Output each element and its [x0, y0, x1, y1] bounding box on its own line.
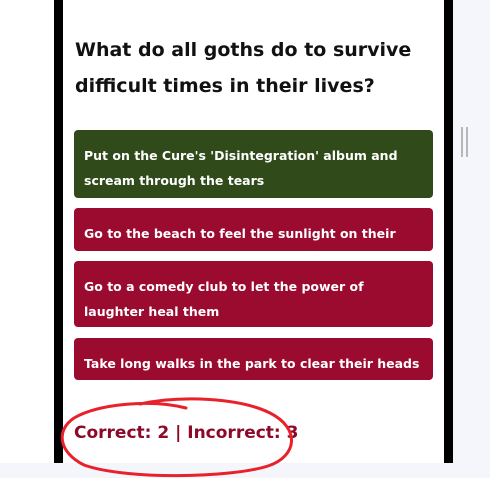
answer-option-label: Take long walks in the park to clear the…: [84, 356, 420, 371]
quiz-question: What do all goths do to survive difficul…: [75, 39, 412, 97]
answer-option-4[interactable]: Take long walks in the park to clear the…: [74, 338, 433, 380]
page-background-bottom: [0, 463, 490, 478]
answer-option-label: Put on the Cure's 'Disintegration' album…: [84, 148, 398, 188]
quiz-screen: What do all goths do to survive difficul…: [63, 0, 444, 463]
score-counter: Correct: 2 | Incorrect: 3: [74, 423, 299, 443]
page-background-right: [453, 0, 490, 463]
scrollbar-handle[interactable]: [461, 127, 468, 157]
phone-bezel-left: [54, 0, 63, 463]
answer-option-1[interactable]: Put on the Cure's 'Disintegration' album…: [74, 130, 433, 198]
phone-bezel-right: [444, 0, 453, 463]
answer-option-3[interactable]: Go to a comedy club to let the power of …: [74, 261, 433, 327]
page-background-left: [0, 0, 54, 463]
answer-option-label: Go to a comedy club to let the power of …: [84, 279, 364, 319]
answer-option-2[interactable]: Go to the beach to feel the sunlight on …: [74, 208, 433, 266]
answer-option-label: Go to the beach to feel the sunlight on …: [84, 226, 396, 266]
